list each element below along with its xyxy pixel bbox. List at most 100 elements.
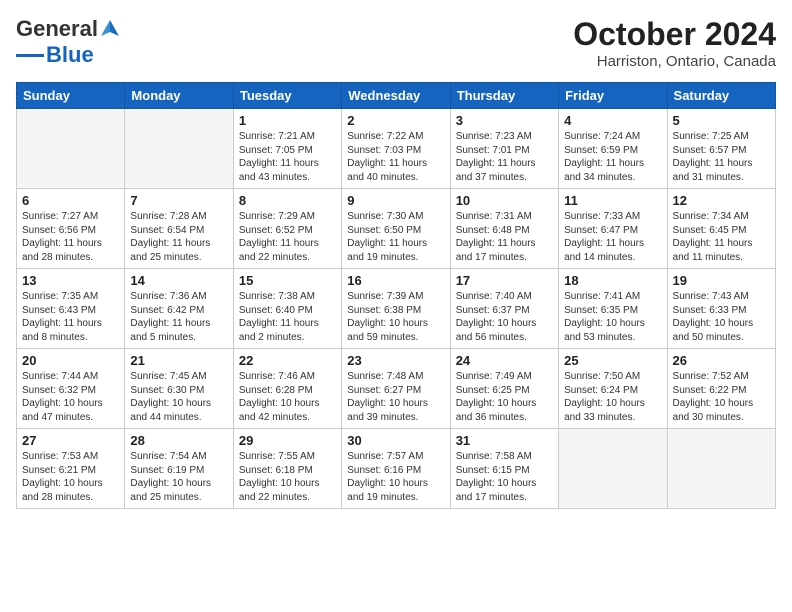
cell-info: Sunrise: 7:24 AMSunset: 6:59 PMDaylight:… — [564, 131, 644, 183]
calendar-header-row: Sunday Monday Tuesday Wednesday Thursday… — [17, 83, 776, 109]
day-number: 21 — [130, 353, 227, 368]
logo: General Blue — [16, 16, 121, 68]
day-number: 10 — [456, 193, 553, 208]
calendar-cell: 20 Sunrise: 7:44 AMSunset: 6:32 PMDaylig… — [17, 349, 125, 429]
cell-info: Sunrise: 7:30 AMSunset: 6:50 PMDaylight:… — [347, 211, 427, 263]
week-row-5: 27 Sunrise: 7:53 AMSunset: 6:21 PMDaylig… — [17, 429, 776, 509]
calendar-cell: 6 Sunrise: 7:27 AMSunset: 6:56 PMDayligh… — [17, 189, 125, 269]
calendar-cell: 25 Sunrise: 7:50 AMSunset: 6:24 PMDaylig… — [559, 349, 667, 429]
day-number: 1 — [239, 113, 336, 128]
day-number: 22 — [239, 353, 336, 368]
calendar-cell: 22 Sunrise: 7:46 AMSunset: 6:28 PMDaylig… — [233, 349, 341, 429]
header-wednesday: Wednesday — [342, 83, 450, 109]
day-number: 4 — [564, 113, 661, 128]
calendar-cell: 21 Sunrise: 7:45 AMSunset: 6:30 PMDaylig… — [125, 349, 233, 429]
day-number: 9 — [347, 193, 444, 208]
logo-icon — [99, 18, 121, 40]
calendar-cell: 2 Sunrise: 7:22 AMSunset: 7:03 PMDayligh… — [342, 109, 450, 189]
cell-info: Sunrise: 7:40 AMSunset: 6:37 PMDaylight:… — [456, 291, 537, 343]
page-header: General Blue October 2024 Harriston, Ont… — [16, 16, 776, 70]
cell-info: Sunrise: 7:54 AMSunset: 6:19 PMDaylight:… — [130, 451, 211, 503]
calendar-cell: 26 Sunrise: 7:52 AMSunset: 6:22 PMDaylig… — [667, 349, 775, 429]
calendar-cell: 27 Sunrise: 7:53 AMSunset: 6:21 PMDaylig… — [17, 429, 125, 509]
logo-general: General — [16, 16, 98, 42]
day-number: 5 — [673, 113, 770, 128]
calendar-cell: 4 Sunrise: 7:24 AMSunset: 6:59 PMDayligh… — [559, 109, 667, 189]
day-number: 30 — [347, 433, 444, 448]
calendar-cell: 28 Sunrise: 7:54 AMSunset: 6:19 PMDaylig… — [125, 429, 233, 509]
day-number: 27 — [22, 433, 119, 448]
calendar-cell: 5 Sunrise: 7:25 AMSunset: 6:57 PMDayligh… — [667, 109, 775, 189]
cell-info: Sunrise: 7:35 AMSunset: 6:43 PMDaylight:… — [22, 291, 102, 343]
calendar-cell — [667, 429, 775, 509]
header-tuesday: Tuesday — [233, 83, 341, 109]
day-number: 11 — [564, 193, 661, 208]
day-number: 19 — [673, 273, 770, 288]
calendar-cell: 7 Sunrise: 7:28 AMSunset: 6:54 PMDayligh… — [125, 189, 233, 269]
cell-info: Sunrise: 7:39 AMSunset: 6:38 PMDaylight:… — [347, 291, 428, 343]
calendar-cell: 16 Sunrise: 7:39 AMSunset: 6:38 PMDaylig… — [342, 269, 450, 349]
week-row-2: 6 Sunrise: 7:27 AMSunset: 6:56 PMDayligh… — [17, 189, 776, 269]
calendar-cell: 14 Sunrise: 7:36 AMSunset: 6:42 PMDaylig… — [125, 269, 233, 349]
calendar-cell: 13 Sunrise: 7:35 AMSunset: 6:43 PMDaylig… — [17, 269, 125, 349]
day-number: 28 — [130, 433, 227, 448]
cell-info: Sunrise: 7:57 AMSunset: 6:16 PMDaylight:… — [347, 451, 428, 503]
day-number: 7 — [130, 193, 227, 208]
cell-info: Sunrise: 7:50 AMSunset: 6:24 PMDaylight:… — [564, 371, 645, 423]
calendar-cell: 10 Sunrise: 7:31 AMSunset: 6:48 PMDaylig… — [450, 189, 558, 269]
cell-info: Sunrise: 7:58 AMSunset: 6:15 PMDaylight:… — [456, 451, 537, 503]
calendar-cell: 8 Sunrise: 7:29 AMSunset: 6:52 PMDayligh… — [233, 189, 341, 269]
cell-info: Sunrise: 7:45 AMSunset: 6:30 PMDaylight:… — [130, 371, 211, 423]
calendar-table: Sunday Monday Tuesday Wednesday Thursday… — [16, 82, 776, 509]
cell-info: Sunrise: 7:36 AMSunset: 6:42 PMDaylight:… — [130, 291, 210, 343]
cell-info: Sunrise: 7:23 AMSunset: 7:01 PMDaylight:… — [456, 131, 536, 183]
day-number: 17 — [456, 273, 553, 288]
day-number: 6 — [22, 193, 119, 208]
calendar-title: October 2024 — [573, 16, 776, 53]
calendar-subtitle: Harriston, Ontario, Canada — [573, 53, 776, 70]
cell-info: Sunrise: 7:33 AMSunset: 6:47 PMDaylight:… — [564, 211, 644, 263]
calendar-cell: 15 Sunrise: 7:38 AMSunset: 6:40 PMDaylig… — [233, 269, 341, 349]
calendar-cell: 18 Sunrise: 7:41 AMSunset: 6:35 PMDaylig… — [559, 269, 667, 349]
cell-info: Sunrise: 7:43 AMSunset: 6:33 PMDaylight:… — [673, 291, 754, 343]
calendar-cell: 12 Sunrise: 7:34 AMSunset: 6:45 PMDaylig… — [667, 189, 775, 269]
day-number: 31 — [456, 433, 553, 448]
calendar-cell: 23 Sunrise: 7:48 AMSunset: 6:27 PMDaylig… — [342, 349, 450, 429]
calendar-cell: 24 Sunrise: 7:49 AMSunset: 6:25 PMDaylig… — [450, 349, 558, 429]
day-number: 2 — [347, 113, 444, 128]
calendar-cell: 11 Sunrise: 7:33 AMSunset: 6:47 PMDaylig… — [559, 189, 667, 269]
logo-blue: Blue — [46, 42, 94, 68]
day-number: 15 — [239, 273, 336, 288]
cell-info: Sunrise: 7:49 AMSunset: 6:25 PMDaylight:… — [456, 371, 537, 423]
calendar-cell — [17, 109, 125, 189]
week-row-1: 1 Sunrise: 7:21 AMSunset: 7:05 PMDayligh… — [17, 109, 776, 189]
week-row-4: 20 Sunrise: 7:44 AMSunset: 6:32 PMDaylig… — [17, 349, 776, 429]
week-row-3: 13 Sunrise: 7:35 AMSunset: 6:43 PMDaylig… — [17, 269, 776, 349]
header-monday: Monday — [125, 83, 233, 109]
cell-info: Sunrise: 7:41 AMSunset: 6:35 PMDaylight:… — [564, 291, 645, 343]
day-number: 3 — [456, 113, 553, 128]
day-number: 13 — [22, 273, 119, 288]
cell-info: Sunrise: 7:25 AMSunset: 6:57 PMDaylight:… — [673, 131, 753, 183]
cell-info: Sunrise: 7:29 AMSunset: 6:52 PMDaylight:… — [239, 211, 319, 263]
cell-info: Sunrise: 7:38 AMSunset: 6:40 PMDaylight:… — [239, 291, 319, 343]
day-number: 20 — [22, 353, 119, 368]
calendar-cell: 31 Sunrise: 7:58 AMSunset: 6:15 PMDaylig… — [450, 429, 558, 509]
cell-info: Sunrise: 7:44 AMSunset: 6:32 PMDaylight:… — [22, 371, 103, 423]
calendar-cell: 9 Sunrise: 7:30 AMSunset: 6:50 PMDayligh… — [342, 189, 450, 269]
header-thursday: Thursday — [450, 83, 558, 109]
cell-info: Sunrise: 7:34 AMSunset: 6:45 PMDaylight:… — [673, 211, 753, 263]
cell-info: Sunrise: 7:48 AMSunset: 6:27 PMDaylight:… — [347, 371, 428, 423]
day-number: 29 — [239, 433, 336, 448]
cell-info: Sunrise: 7:21 AMSunset: 7:05 PMDaylight:… — [239, 131, 319, 183]
calendar-cell: 17 Sunrise: 7:40 AMSunset: 6:37 PMDaylig… — [450, 269, 558, 349]
cell-info: Sunrise: 7:55 AMSunset: 6:18 PMDaylight:… — [239, 451, 320, 503]
cell-info: Sunrise: 7:46 AMSunset: 6:28 PMDaylight:… — [239, 371, 320, 423]
cell-info: Sunrise: 7:52 AMSunset: 6:22 PMDaylight:… — [673, 371, 754, 423]
calendar-cell: 29 Sunrise: 7:55 AMSunset: 6:18 PMDaylig… — [233, 429, 341, 509]
calendar-cell — [559, 429, 667, 509]
cell-info: Sunrise: 7:53 AMSunset: 6:21 PMDaylight:… — [22, 451, 103, 503]
cell-info: Sunrise: 7:28 AMSunset: 6:54 PMDaylight:… — [130, 211, 210, 263]
day-number: 24 — [456, 353, 553, 368]
day-number: 8 — [239, 193, 336, 208]
